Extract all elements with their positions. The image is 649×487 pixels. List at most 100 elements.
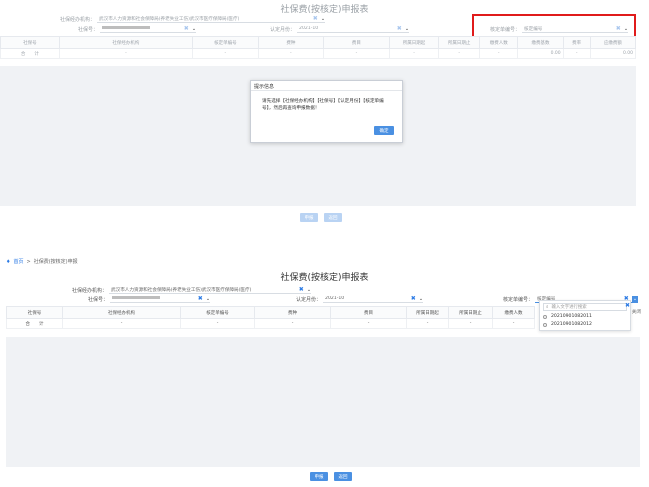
period-row: 认定月份： 2021-10 ✖ ⌄ — [296, 295, 424, 303]
chevron-down-icon[interactable]: ⌄ — [631, 295, 639, 302]
column-header: 所属日期止 — [438, 36, 481, 49]
declare-button[interactable]: 申报 — [300, 213, 318, 222]
table-cell: - — [479, 48, 519, 59]
total-label: 合 计 — [6, 318, 63, 329]
redacted-value — [112, 296, 161, 299]
table-cell: - — [180, 318, 255, 329]
dropdown-search-input[interactable]: ⌕ 输入文字进行搜索 — [543, 303, 627, 311]
table-cell: - — [257, 48, 325, 59]
dropdown-option[interactable]: 20210901082012 — [543, 322, 592, 327]
column-header: 核定单编号 — [180, 306, 255, 319]
table-cell: - — [254, 318, 331, 329]
empty-table-area — [6, 337, 640, 467]
socsec-row: 社保号： ✖ ⌄ — [88, 295, 211, 303]
table-cell: - — [330, 318, 407, 329]
table-cell: - — [58, 48, 194, 59]
period-select[interactable]: 2021-10 ✖ ⌄ — [323, 295, 424, 303]
approval-label: 核定单编号： — [503, 296, 534, 303]
agency-row: 社保经办机构： 武汉市人力资源和社会保障局(养老失业工伤)武汉市医疗保障局(医疗… — [60, 15, 326, 23]
chevron-down-icon[interactable]: ⌄ — [321, 16, 325, 22]
dropdown-option-label: 20210901082012 — [551, 322, 592, 327]
chevron-down-icon[interactable]: ⌄ — [307, 287, 311, 293]
breadcrumb: ♦ 首页 > 社保费(按核定)申报 — [6, 258, 78, 266]
socsec-select[interactable]: ✖ ⌄ — [110, 295, 211, 303]
alert-dialog: 提示信息 请先选择【社保经办机构】【社保号】【认定月份】【核定单编号】，然后再查… — [250, 80, 403, 143]
dropdown-option-label: 20210901082011 — [551, 314, 592, 319]
dropdown-search-placeholder: 输入文字进行搜索 — [551, 305, 587, 310]
dialog-title: 提示信息 — [251, 81, 402, 91]
table-cell: - — [323, 48, 390, 59]
table-cell: - — [62, 318, 181, 329]
column-header: 缴费基数 — [517, 36, 564, 49]
dropdown-option[interactable]: 20210901082011 — [543, 314, 592, 319]
clear-icon[interactable]: ✖ — [411, 295, 416, 302]
clear-icon[interactable]: ✖ — [625, 302, 630, 309]
agency-select[interactable]: 武汉市人力资源和社会保障局(养老失业工伤)武汉市医疗保障局(医疗) ✖ ⌄ — [97, 15, 326, 23]
red-highlight-box — [472, 14, 636, 38]
chevron-down-icon[interactable]: ⌄ — [192, 26, 196, 32]
table-cell: - — [448, 318, 493, 329]
agency-row: 社保经办机构： 武汉市人力资源和社会保障局(养老失业工伤)武汉市医疗保障局(医疗… — [72, 286, 312, 294]
socsec-label: 社保号： — [78, 26, 99, 33]
agency-label: 社保经办机构： — [72, 287, 108, 294]
clear-icon[interactable]: ✖ — [299, 286, 304, 293]
panel-separator — [0, 240, 649, 255]
data-table: 社保号 社保经办机构 核定单编号 费种 费目 所属日期起 所属日期止 缴费人数 … — [0, 36, 637, 59]
column-header: 社保号 — [0, 36, 60, 49]
column-header: 社保号 — [6, 306, 63, 319]
breadcrumb-current: 社保费(按核定)申报 — [33, 259, 78, 265]
column-header: 所属日期起 — [406, 306, 449, 319]
data-table: 社保号 社保经办机构 核定单编号 费种 费目 所属日期起 所属日期止 缴费人数 … — [6, 306, 535, 329]
column-header: 费目 — [330, 306, 407, 319]
socsec-label: 社保号： — [88, 296, 109, 303]
period-label: 认定月份： — [296, 296, 322, 303]
chevron-down-icon[interactable]: ⌄ — [206, 296, 210, 302]
column-header: 所属日期止 — [448, 306, 493, 319]
approval-dropdown-panel: ⌕ 输入文字进行搜索 ✖ 关闭 20210901082011 202109010… — [539, 300, 641, 331]
clear-icon[interactable]: ✖ — [313, 15, 318, 22]
top-screenshot: 社保费(按核定)申报表 社保经办机构： 武汉市人力资源和社会保障局(养老失业工伤… — [0, 0, 649, 240]
period-select[interactable]: 2021-10 ✖ ⌄ — [297, 25, 410, 33]
breadcrumb-separator: > — [26, 258, 31, 265]
declare-button[interactable]: 申报 — [310, 472, 328, 481]
socsec-select[interactable]: ✖ ⌄ — [100, 25, 197, 33]
clear-icon[interactable]: ✖ — [397, 25, 402, 32]
chevron-down-icon[interactable]: ⌄ — [419, 296, 423, 302]
clear-icon[interactable]: ✖ — [184, 25, 189, 32]
total-label: 合 计 — [0, 48, 60, 59]
page-title: 社保费(按核定)申报表 — [280, 273, 369, 283]
agency-select[interactable]: 武汉市人力资源和社会保障局(养老失业工伤)武汉市医疗保障局(医疗) ✖ ⌄ — [109, 286, 312, 294]
breadcrumb-home[interactable]: 首页 — [13, 258, 23, 265]
column-header: 费种 — [254, 306, 331, 319]
rate-cell: - — [562, 48, 591, 59]
chevron-down-icon[interactable]: ⌄ — [405, 26, 409, 32]
radio-icon[interactable] — [543, 314, 547, 319]
redacted-value — [102, 26, 151, 29]
dialog-message: 请先选择【社保经办机构】【社保号】【认定月份】【核定单编号】，然后再查询申报数据… — [262, 99, 384, 111]
table-cell: - — [388, 48, 440, 59]
column-header: 费种 — [257, 36, 325, 49]
due-total-cell: 0.00 — [589, 48, 637, 59]
table-cell: - — [192, 48, 259, 59]
dropdown-close-button[interactable]: 关闭 — [632, 309, 641, 315]
agency-value: 武汉市人力资源和社会保障局(养老失业工伤)武汉市医疗保障局(医疗) — [111, 287, 252, 293]
period-value: 2021-10 — [299, 26, 319, 31]
agency-label: 社保经办机构： — [60, 16, 96, 23]
column-header: 缴费人数 — [492, 306, 535, 319]
table-cell: - — [406, 318, 449, 329]
column-header: 缴费人数 — [479, 36, 519, 49]
column-header: 费率 — [562, 36, 591, 49]
back-button[interactable]: 返回 — [324, 213, 342, 222]
dialog-ok-button[interactable]: 确定 — [374, 126, 394, 135]
column-header: 社保经办机构 — [58, 36, 194, 49]
period-label: 认定月份： — [270, 26, 296, 33]
back-button[interactable]: 返回 — [334, 472, 352, 481]
column-header: 社保经办机构 — [62, 306, 181, 319]
socsec-row: 社保号： ✖ ⌄ — [78, 25, 197, 33]
column-header: 费目 — [323, 36, 390, 49]
clear-icon[interactable]: ✖ — [198, 295, 203, 302]
table-header-row: 社保号 社保经办机构 核定单编号 费种 费目 所属日期起 所属日期止 缴费人数 … — [0, 36, 637, 49]
radio-icon[interactable] — [543, 322, 547, 327]
home-icon: ♦ — [6, 258, 11, 265]
search-icon: ⌕ — [546, 305, 549, 310]
